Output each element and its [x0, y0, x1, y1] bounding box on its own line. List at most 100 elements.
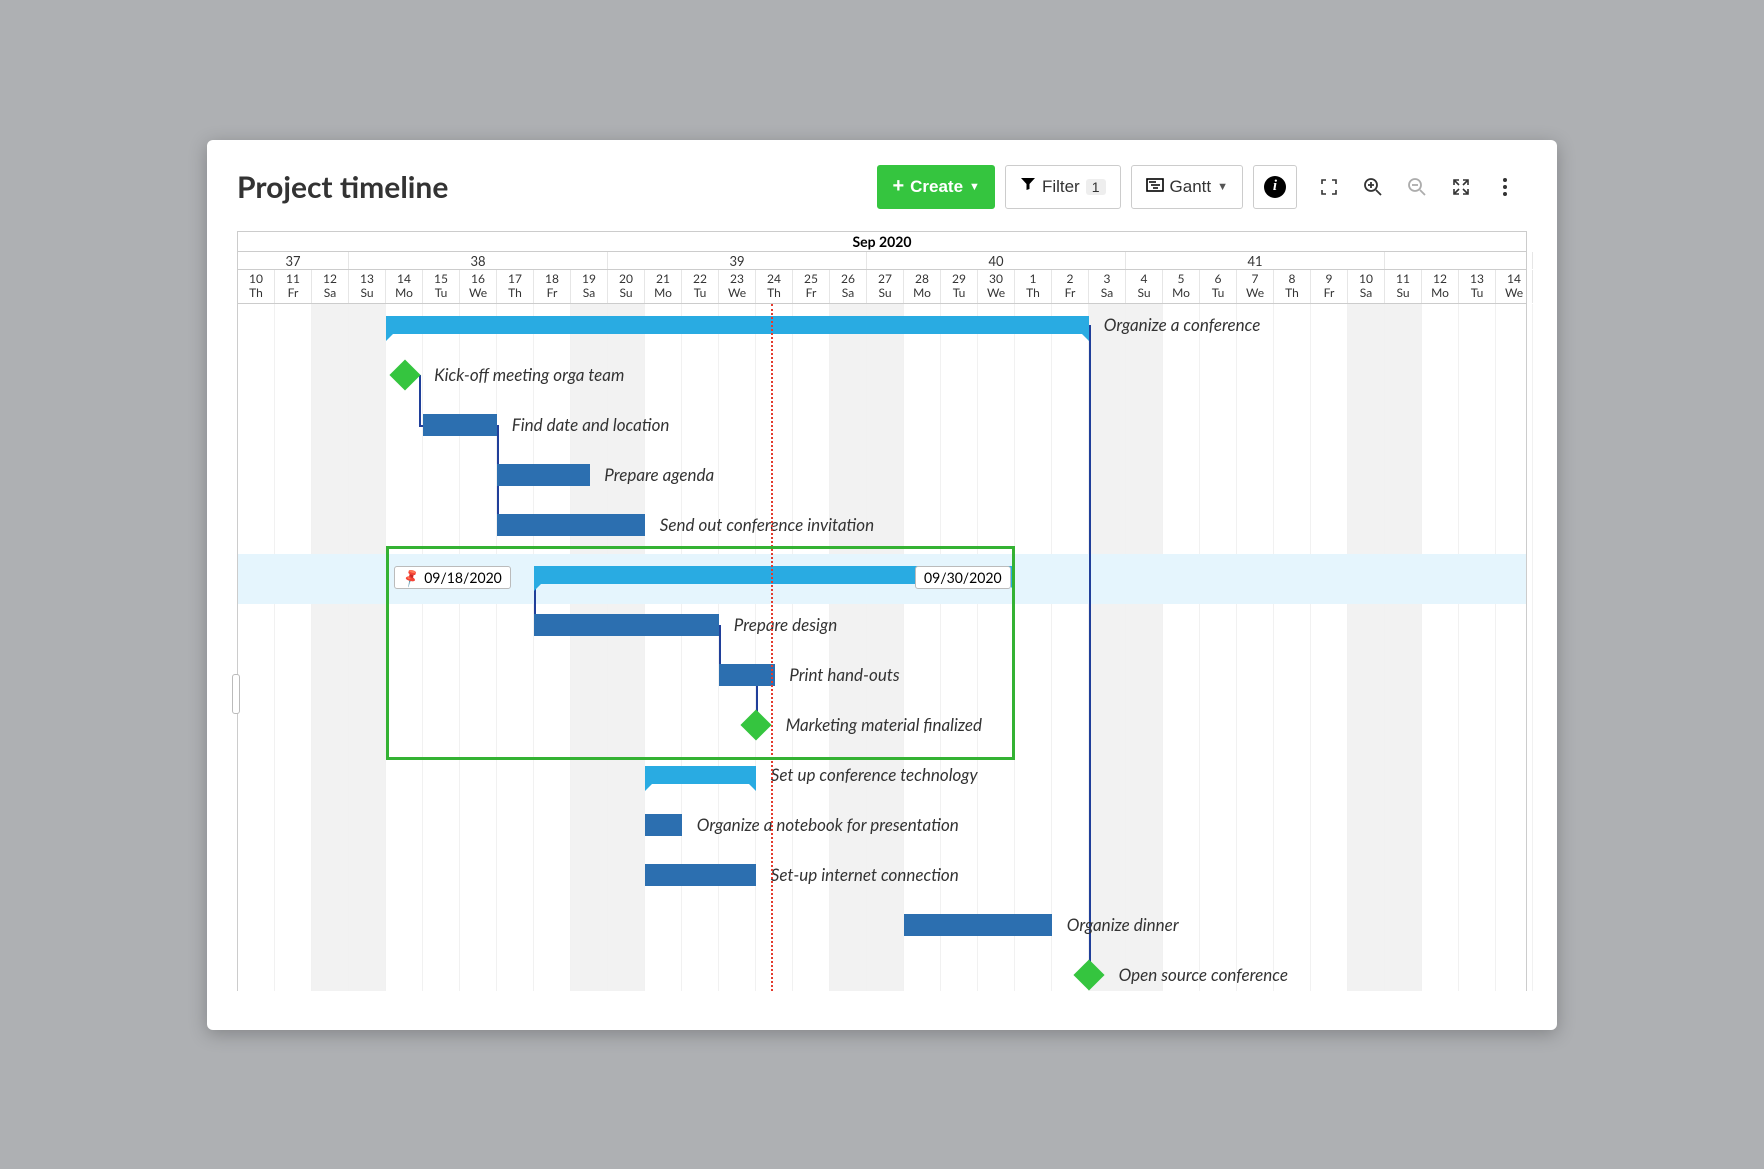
fullscreen-button[interactable] [1439, 165, 1483, 209]
day-cell: 10Sa [1348, 270, 1385, 303]
day-cell: 9Fr [1311, 270, 1348, 303]
create-label: Create [910, 177, 963, 197]
day-cell: 13Su [349, 270, 386, 303]
task-label: Set up conference technology [771, 764, 978, 785]
day-cell: 1Th [1015, 270, 1052, 303]
day-cell: 26Sa [830, 270, 867, 303]
zen-mode-button[interactable] [1307, 165, 1351, 209]
day-cell: 18Fr [534, 270, 571, 303]
day-cell: 13Tu [1459, 270, 1496, 303]
day-cell: 17Th [497, 270, 534, 303]
focus-icon [1320, 178, 1338, 196]
day-cell: 20Su [608, 270, 645, 303]
zoom-out-icon [1407, 177, 1427, 197]
selection-start-chip[interactable]: 📌09/18/2020 [394, 566, 511, 589]
day-cell: 14We [1496, 270, 1533, 303]
gantt-group[interactable] [386, 316, 1089, 334]
day-cell: 25Fr [793, 270, 830, 303]
plus-icon: + [892, 175, 904, 198]
view-label: Gantt [1170, 177, 1212, 197]
task-label: Set-up internet connection [771, 864, 959, 885]
page-title: Project timeline [237, 169, 877, 205]
filter-count-badge: 1 [1086, 179, 1106, 195]
day-cell: 6Tu [1200, 270, 1237, 303]
day-cell: 8Th [1274, 270, 1311, 303]
day-cell: 15Tu [423, 270, 460, 303]
week-cell [1385, 252, 1533, 269]
kebab-icon [1503, 178, 1507, 196]
sel-start-date: 09/18/2020 [424, 569, 502, 586]
day-cell: 24Th [756, 270, 793, 303]
task-label: Organize a conference [1104, 314, 1261, 335]
create-button[interactable]: + Create ▼ [877, 165, 995, 209]
day-cell: 23We [719, 270, 756, 303]
day-cell: 29Tu [941, 270, 978, 303]
task-label: Marketing material finalized [786, 714, 982, 735]
gantt-icon [1146, 177, 1164, 197]
zoom-out-button[interactable] [1395, 165, 1439, 209]
day-cell: 7We [1237, 270, 1274, 303]
week-cell: 39 [608, 252, 867, 269]
day-cell: 30We [978, 270, 1015, 303]
gantt-group[interactable] [645, 766, 756, 784]
chevron-down-icon: ▼ [969, 181, 980, 193]
gantt-chart-body[interactable]: 📌09/18/2020 09/30/2020 Organize a conferen… [238, 304, 1526, 991]
zoom-in-button[interactable] [1351, 165, 1395, 209]
day-cell: 28Mo [904, 270, 941, 303]
day-cell: 19Sa [571, 270, 608, 303]
info-icon: i [1264, 176, 1286, 198]
day-cell: 5Mo [1163, 270, 1200, 303]
pin-icon: 📌 [400, 566, 423, 589]
day-cell: 27Su [867, 270, 904, 303]
gantt-bar[interactable] [497, 514, 645, 536]
week-cell: 38 [349, 252, 608, 269]
task-label: Prepare agenda [604, 464, 714, 485]
filter-label: Filter [1042, 177, 1080, 197]
task-label: Open source conference [1119, 964, 1288, 985]
day-cell: 11Fr [275, 270, 312, 303]
view-switch-button[interactable]: Gantt ▼ [1131, 165, 1243, 209]
week-cell: 41 [1126, 252, 1385, 269]
more-button[interactable] [1483, 165, 1527, 209]
funnel-icon [1020, 176, 1036, 197]
task-label: Send out conference invitation [660, 514, 874, 535]
gantt-bar[interactable] [423, 414, 497, 436]
gantt-timeline[interactable]: Sep 2020 3738394041 10Th11Fr12Sa13Su14Mo… [237, 231, 1527, 991]
split-handle[interactable] [232, 674, 240, 714]
gantt-bar[interactable] [497, 464, 590, 486]
day-cell: 16We [460, 270, 497, 303]
day-cell: 12Sa [312, 270, 349, 303]
selection-end-chip[interactable]: 09/30/2020 [915, 566, 1011, 589]
month-header: Sep 2020 [238, 232, 1526, 252]
gantt-bar[interactable] [534, 614, 719, 636]
gantt-bar[interactable] [645, 814, 682, 836]
day-cell: 12Mo [1422, 270, 1459, 303]
day-cell: 10Th [238, 270, 275, 303]
day-header: 10Th11Fr12Sa13Su14Mo15Tu16We17Th18Fr19Sa… [238, 270, 1526, 304]
day-cell: 22Tu [682, 270, 719, 303]
info-button[interactable]: i [1253, 165, 1297, 209]
day-cell: 4Su [1126, 270, 1163, 303]
task-label: Print hand-outs [789, 664, 899, 685]
toolbar: Project timeline + Create ▼ Filter 1 Gan… [237, 165, 1527, 209]
task-label: Find date and location [512, 414, 670, 435]
zoom-in-icon [1363, 177, 1383, 197]
app-frame: Project timeline + Create ▼ Filter 1 Gan… [207, 140, 1557, 1030]
task-label: Kick-off meeting orga team [434, 364, 624, 385]
filter-button[interactable]: Filter 1 [1005, 165, 1121, 209]
week-header: 3738394041 [238, 252, 1526, 270]
gantt-bar[interactable] [719, 664, 775, 686]
gantt-bar[interactable] [645, 864, 756, 886]
day-cell: 3Sa [1089, 270, 1126, 303]
day-cell: 14Mo [386, 270, 423, 303]
chevron-down-icon: ▼ [1217, 181, 1228, 193]
day-cell: 11Su [1385, 270, 1422, 303]
expand-icon [1452, 178, 1470, 196]
task-label: Organize dinner [1067, 914, 1179, 935]
day-cell: 21Mo [645, 270, 682, 303]
task-label: Prepare design [734, 614, 837, 635]
task-label: Organize a notebook for presentation [697, 814, 959, 835]
today-marker [771, 304, 773, 991]
day-cell: 2Fr [1052, 270, 1089, 303]
gantt-bar[interactable] [904, 914, 1052, 936]
